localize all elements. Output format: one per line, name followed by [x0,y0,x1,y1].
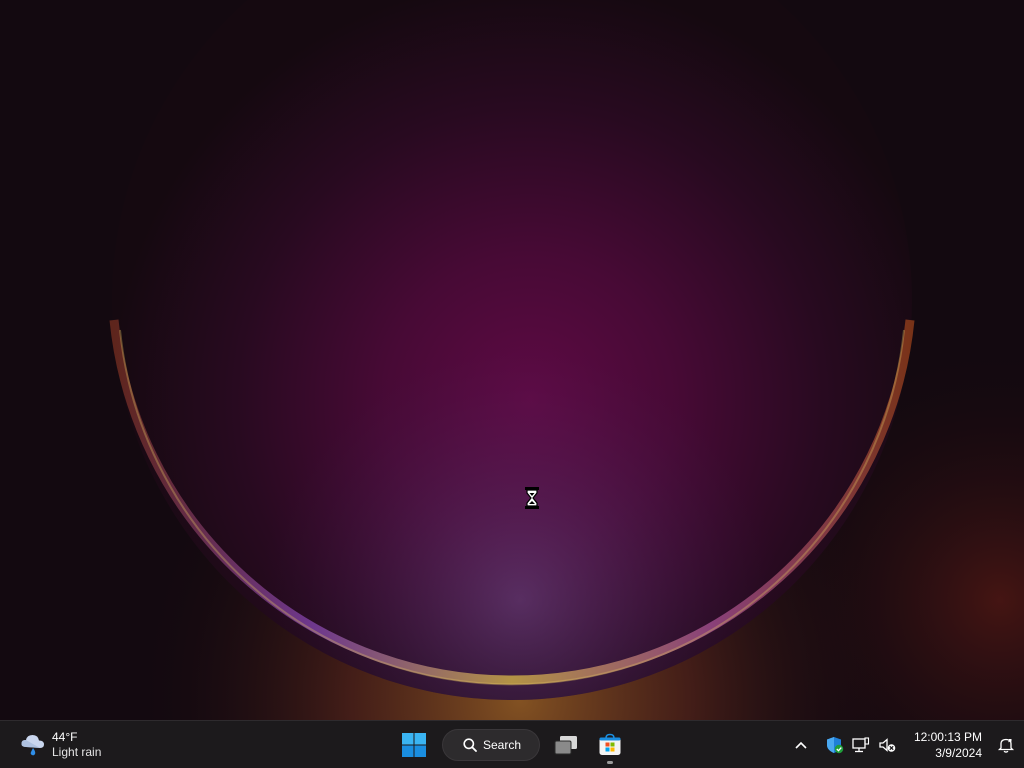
microsoft-store-button[interactable] [590,725,630,765]
windows-security-icon [826,737,844,754]
taskbar-center: Search [394,725,630,765]
notification-bell-icon [997,738,1015,753]
task-view-icon [554,736,577,755]
store-icon [599,733,621,755]
notification-center-button[interactable] [988,729,1024,761]
search-label: Search [483,738,522,752]
search-box[interactable]: Search [442,729,540,761]
chevron-up-icon [795,741,807,749]
busy-hourglass-cursor [525,487,539,509]
clock[interactable]: 12:00:13 PM 3/9/2024 [908,729,988,761]
start-button[interactable] [394,725,434,765]
task-view-button[interactable] [546,725,586,765]
cloud-rain-icon [21,735,44,756]
weather-condition: Light rain [52,745,102,759]
desktop[interactable] [0,0,1024,720]
search-icon [463,738,477,752]
weather-temperature: 44°F [52,730,78,744]
wallpaper [0,0,1024,720]
system-tray: 12:00:13 PM 3/9/2024 [788,725,1024,765]
volume-muted-icon [879,738,896,752]
clock-date: 3/9/2024 [935,746,982,760]
weather-widget[interactable]: 44°F Light rain [14,727,107,763]
network-tray[interactable] [848,729,874,761]
windows-security-tray[interactable] [822,729,848,761]
clock-time: 12:00:13 PM [913,730,982,744]
volume-tray[interactable] [874,729,900,761]
running-indicator [607,761,613,764]
taskbar: 44°F Light rain Search 12:00:13 PM 3/9/2… [0,720,1024,768]
network-icon [852,737,870,753]
show-hidden-icons-button[interactable] [788,729,814,761]
windows-logo-icon [402,733,426,757]
